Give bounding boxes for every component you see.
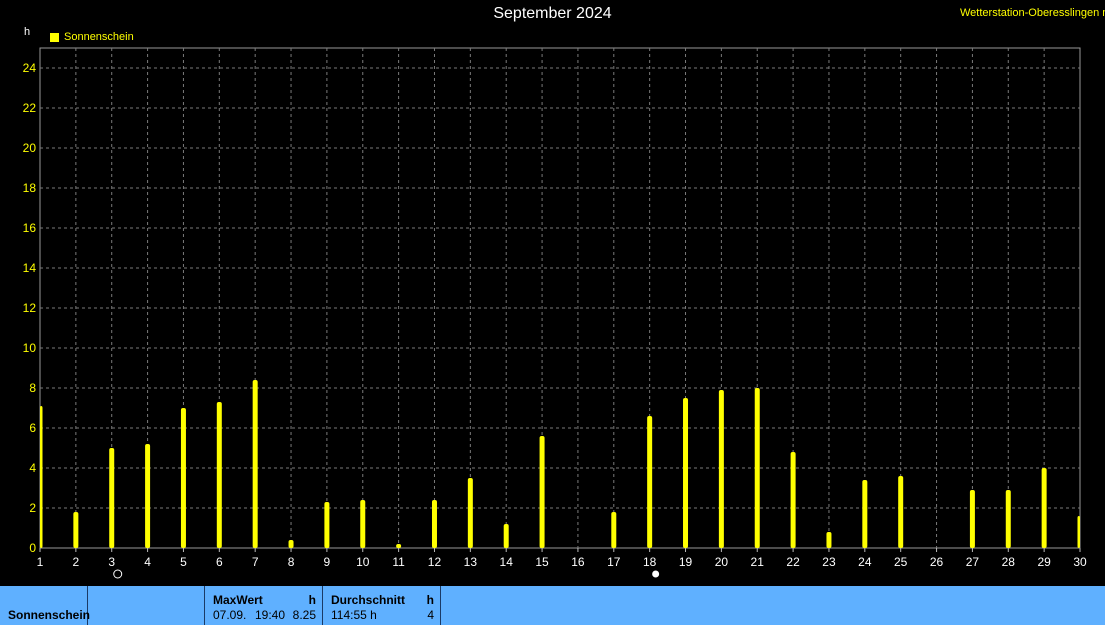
bar [969, 490, 975, 548]
footer-max-cell: MaxWert h 07.09. 19:40 8.25 [205, 586, 323, 625]
x-tick-label: 10 [356, 555, 370, 569]
x-tick-label: 4 [144, 555, 151, 569]
bar [683, 398, 689, 548]
x-tick-label: 12 [428, 555, 442, 569]
x-tick-label: 6 [216, 555, 223, 569]
bar [252, 380, 258, 548]
x-tick-label: 13 [464, 555, 478, 569]
y-tick-label: 10 [23, 341, 37, 355]
x-axis-ticks: 1 2 3 4 5 6 7 8 9 10 11 12 13 14 15 16 17 18 19 20 21 22 23 24 2… [37, 548, 1087, 569]
y-tick-label: 0 [29, 541, 36, 555]
y-tick-label: 8 [29, 381, 36, 395]
x-tick-label: 28 [1002, 555, 1016, 569]
footer-empty-cell [88, 586, 205, 625]
x-tick-label: 5 [180, 555, 187, 569]
y-tick-label: 6 [29, 421, 36, 435]
footer-label-cell: Sonnenschein [0, 586, 91, 625]
bar [145, 444, 151, 548]
bar [288, 540, 294, 548]
avg-title: Durchschnitt [331, 593, 406, 607]
bar [611, 512, 617, 548]
bar [1005, 490, 1011, 548]
y-tick-label: 20 [23, 141, 37, 155]
bar [647, 416, 653, 548]
bar [1041, 468, 1047, 548]
bar [1077, 516, 1080, 548]
max-value: 8.25 [292, 608, 316, 622]
max-date: 07.09. [213, 608, 247, 622]
x-tick-label: 21 [751, 555, 765, 569]
bar [431, 500, 437, 548]
max-unit: h [308, 593, 316, 607]
moon-phase-icons [113, 569, 661, 579]
bar [360, 500, 366, 548]
y-tick-label: 18 [23, 181, 37, 195]
bar [898, 476, 904, 548]
legend: Sonnenschein [50, 31, 134, 43]
bar [826, 532, 832, 548]
y-tick-label: 16 [23, 221, 37, 235]
chart-area: 024681012141618202224 1 2 3 4 5 6 7 8 9 10 11 12 13 1… [23, 47, 1087, 579]
max-title: MaxWert [213, 593, 263, 607]
bar [790, 452, 796, 548]
x-tick-label: 2 [73, 555, 80, 569]
bar [862, 480, 868, 548]
x-tick-label: 14 [500, 555, 514, 569]
x-tick-label: 30 [1073, 555, 1087, 569]
bar [40, 406, 43, 548]
y-axis-ticks: 024681012141618202224 [23, 61, 37, 555]
bar [180, 408, 186, 548]
bar [503, 524, 509, 548]
station-name: Wetterstation-Oberesslingen n [960, 7, 1105, 19]
y-tick-label: 14 [23, 261, 37, 275]
x-tick-label: 7 [252, 555, 259, 569]
x-tick-label: 18 [643, 555, 657, 569]
x-tick-label: 17 [607, 555, 621, 569]
x-tick-label: 25 [894, 555, 908, 569]
max-time: 19:40 [255, 608, 286, 622]
y-tick-label: 12 [23, 301, 37, 315]
x-tick-label: 19 [679, 555, 693, 569]
plot-border [39, 47, 1081, 549]
full-moon-icon [651, 569, 661, 579]
y-tick-label: 22 [23, 101, 37, 115]
bar [539, 436, 545, 548]
new-moon-icon [113, 569, 123, 579]
legend-label: Sonnenschein [64, 31, 134, 43]
x-tick-label: 27 [966, 555, 980, 569]
x-tick-label: 16 [571, 555, 585, 569]
footer-series-label: Sonnenschein [8, 608, 91, 622]
bar [73, 512, 79, 548]
legend-swatch [50, 32, 59, 42]
bar [216, 402, 222, 548]
bar [467, 478, 473, 548]
x-tick-label: 1 [37, 555, 44, 569]
bar [754, 388, 760, 548]
footer-avg-cell: Durchschnitt h 114:55 h 4 [323, 586, 441, 625]
x-tick-label: 20 [715, 555, 729, 569]
y-tick-label: 24 [23, 61, 37, 75]
x-tick-label: 3 [108, 555, 115, 569]
x-tick-label: 29 [1037, 555, 1051, 569]
x-tick-label: 22 [786, 555, 800, 569]
y-tick-label: 4 [29, 461, 36, 475]
summary-footer: Sonnenschein MaxWert h 07.09. 19:40 8.25… [0, 586, 1105, 625]
x-tick-label: 15 [535, 555, 549, 569]
chart-title: September 2024 [493, 5, 612, 22]
avg-unit: h [426, 593, 434, 607]
bar [324, 502, 330, 548]
avg-total: 114:55 h [331, 608, 377, 622]
bar [718, 390, 724, 548]
x-tick-label: 11 [392, 555, 405, 569]
bar [396, 544, 402, 548]
x-tick-label: 24 [858, 555, 872, 569]
y-tick-label: 2 [29, 501, 36, 515]
bar [109, 448, 115, 548]
y-axis-unit: h [24, 26, 31, 38]
x-tick-label: 9 [324, 555, 331, 569]
x-tick-label: 23 [822, 555, 836, 569]
x-tick-label: 26 [930, 555, 944, 569]
x-tick-label: 8 [288, 555, 295, 569]
avg-value: 4 [427, 608, 434, 622]
